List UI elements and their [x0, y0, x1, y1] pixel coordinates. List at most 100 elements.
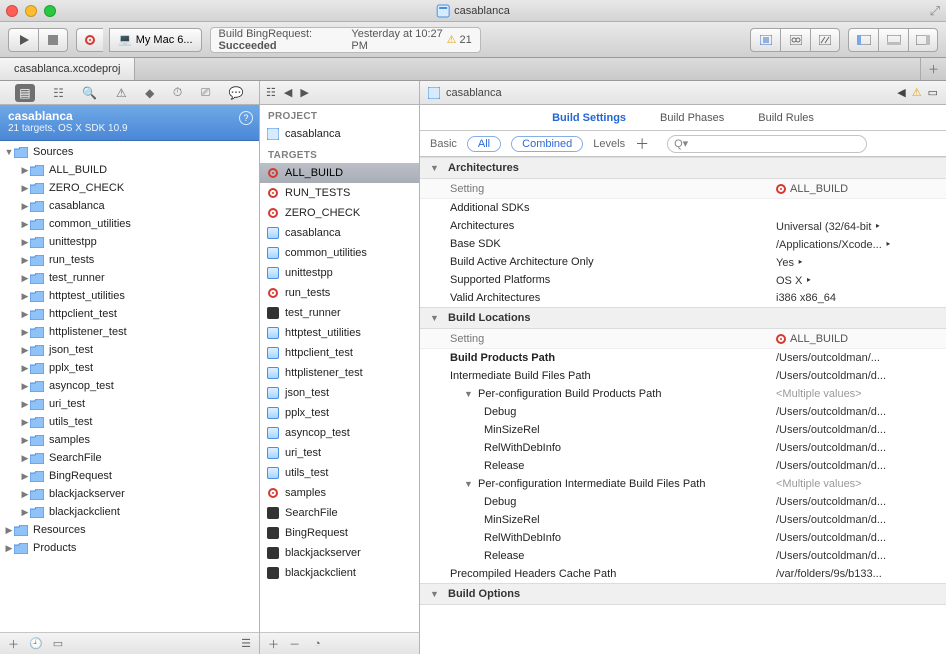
version-editor-button[interactable] [810, 28, 840, 52]
disclosure-icon[interactable]: ▼ [4, 147, 14, 157]
remove-target-button[interactable]: － [289, 636, 300, 652]
setting-row[interactable]: Valid Architecturesi386 x86_64 [420, 289, 946, 307]
setting-value[interactable]: /Users/outcoldman/d... [776, 514, 936, 526]
setting-row[interactable]: MinSizeRel/Users/outcoldman/d... [420, 511, 946, 529]
project-hint-icon[interactable]: ? [239, 111, 253, 125]
scm-filter-icon[interactable]: ▭ [53, 637, 63, 650]
disclosure-icon[interactable]: ▶ [20, 507, 30, 518]
run-button[interactable] [8, 28, 38, 52]
setting-row[interactable]: RelWithDebInfo/Users/outcoldman/d... [420, 529, 946, 547]
disclosure-icon[interactable]: ▶ [20, 255, 30, 266]
tree-item[interactable]: ▶Resources [0, 521, 259, 539]
symbol-navigator-icon[interactable]: ☷ [53, 86, 64, 100]
target-row[interactable]: casablanca [260, 223, 419, 243]
add-target-button[interactable]: ＋ [268, 636, 279, 652]
setting-row[interactable]: Intermediate Build Files Path/Users/outc… [420, 367, 946, 385]
filter-levels[interactable]: Levels [593, 138, 625, 150]
disclosure-icon[interactable]: ▶ [20, 201, 30, 212]
disclosure-icon[interactable]: ▶ [20, 183, 30, 194]
setting-row[interactable]: ArchitecturesUniversal (32/64-bit ‣ [420, 217, 946, 235]
tree-item[interactable]: ▶asyncop_test [0, 377, 259, 395]
setting-row[interactable]: MinSizeRel/Users/outcoldman/d... [420, 421, 946, 439]
tree-item[interactable]: ▶casablanca [0, 197, 259, 215]
warning-icon[interactable]: ⚠ [912, 86, 922, 99]
setting-value[interactable]: /Applications/Xcode... ‣ [776, 238, 936, 251]
close-window-button[interactable] [6, 5, 18, 17]
add-files-button[interactable]: ＋ [8, 636, 19, 652]
setting-value[interactable]: /Users/outcoldman/... [776, 352, 936, 364]
target-row[interactable]: json_test [260, 383, 419, 403]
project-tree[interactable]: ▼Sources▶ALL_BUILD▶ZERO_CHECK▶casablanca… [0, 141, 259, 632]
tab-build-settings[interactable]: Build Settings [550, 108, 628, 128]
target-row[interactable]: SearchFile [260, 503, 419, 523]
disclosure-icon[interactable]: ▶ [20, 345, 30, 356]
disclosure-icon[interactable]: ▶ [20, 219, 30, 230]
target-row[interactable]: samples [260, 483, 419, 503]
toggle-debug-area-button[interactable] [878, 28, 908, 52]
disclosure-icon[interactable]: ▶ [20, 363, 30, 374]
jump-bar-title[interactable]: casablanca [446, 87, 502, 99]
tree-item[interactable]: ▶BingRequest [0, 467, 259, 485]
setting-value[interactable]: <Multiple values> [776, 388, 936, 400]
toggle-navigator-button[interactable] [848, 28, 878, 52]
setting-value[interactable]: /Users/outcoldman/d... [776, 424, 936, 436]
settings-group-header[interactable]: ▼Build Options [420, 583, 946, 605]
disclosure-icon[interactable]: ▶ [4, 525, 14, 536]
target-filter-icon[interactable]: ◔ [314, 638, 321, 650]
tree-item[interactable]: ▶unittestpp [0, 233, 259, 251]
disclosure-icon[interactable]: ▶ [20, 291, 30, 302]
tree-item[interactable]: ▶ALL_BUILD [0, 161, 259, 179]
disclosure-icon[interactable]: ▶ [20, 489, 30, 500]
setting-value[interactable]: /Users/outcoldman/d... [776, 406, 936, 418]
setting-row[interactable]: Debug/Users/outcoldman/d... [420, 403, 946, 421]
target-row[interactable]: blackjackserver [260, 543, 419, 563]
target-list[interactable]: ALL_BUILDRUN_TESTSZERO_CHECKcasablancaco… [260, 163, 419, 632]
project-header[interactable]: casablanca 21 targets, OS X SDK 10.9 ? [0, 105, 259, 141]
tree-item[interactable]: ▶test_runner [0, 269, 259, 287]
disclosure-icon[interactable]: ▶ [20, 471, 30, 482]
related-items-icon[interactable]: ☷ [266, 86, 276, 99]
forward-button[interactable]: ▶ [300, 86, 308, 99]
target-row[interactable]: asyncop_test [260, 423, 419, 443]
build-settings-table[interactable]: ▼ArchitecturesSettingALL_BUILDAdditional… [420, 157, 946, 654]
setting-row[interactable]: Precompiled Headers Cache Path/var/folde… [420, 565, 946, 583]
target-row[interactable]: RUN_TESTS [260, 183, 419, 203]
breakpoint-navigator-icon[interactable]: ⎚ [201, 85, 211, 100]
target-row[interactable]: httplistener_test [260, 363, 419, 383]
tree-item[interactable]: ▶ZERO_CHECK [0, 179, 259, 197]
assistant-editor-button[interactable] [780, 28, 810, 52]
disclosure-icon[interactable]: ▶ [20, 399, 30, 410]
setting-value[interactable]: /Users/outcoldman/d... [776, 550, 936, 562]
disclosure-icon[interactable]: ▶ [20, 435, 30, 446]
filter-all[interactable]: All [467, 136, 501, 152]
setting-value[interactable]: <Multiple values> [776, 478, 936, 490]
scheme-selector[interactable]: 💻 My Mac 6... [76, 28, 202, 52]
disclosure-icon[interactable]: ▶ [20, 165, 30, 176]
target-row[interactable]: unittestpp [260, 263, 419, 283]
setting-value[interactable]: /Users/outcoldman/d... [776, 370, 936, 382]
tree-item[interactable]: ▶pplx_test [0, 359, 259, 377]
tree-item[interactable]: ▶httpclient_test [0, 305, 259, 323]
filter-field-icon[interactable]: ☰ [241, 637, 251, 650]
disclosure-icon[interactable]: ▶ [20, 309, 30, 320]
project-item[interactable]: casablanca [260, 124, 419, 144]
tree-item[interactable]: ▶json_test [0, 341, 259, 359]
setting-value[interactable]: /Users/outcoldman/d... [776, 496, 936, 508]
tree-item[interactable]: ▶run_tests [0, 251, 259, 269]
back-button[interactable]: ◀ [284, 86, 292, 99]
filter-basic[interactable]: Basic [430, 138, 457, 150]
target-row[interactable]: ALL_BUILD [260, 163, 419, 183]
tree-item[interactable]: ▶httplistener_test [0, 323, 259, 341]
standard-editor-button[interactable] [750, 28, 780, 52]
setting-row[interactable]: Debug/Users/outcoldman/d... [420, 493, 946, 511]
tree-item[interactable]: ▶utils_test [0, 413, 259, 431]
disclosure-icon[interactable]: ▶ [20, 237, 30, 248]
recent-files-icon[interactable]: 🕘 [29, 637, 43, 650]
project-navigator-icon[interactable]: ▤ [15, 84, 34, 102]
setting-value[interactable]: /Users/outcoldman/d... [776, 460, 936, 472]
tree-item[interactable]: ▶Products [0, 539, 259, 557]
setting-row[interactable]: Build Products Path/Users/outcoldman/... [420, 349, 946, 367]
tab-build-phases[interactable]: Build Phases [658, 108, 726, 128]
setting-value[interactable]: Yes ‣ [776, 256, 936, 269]
test-navigator-icon[interactable]: ◆ [145, 86, 154, 100]
